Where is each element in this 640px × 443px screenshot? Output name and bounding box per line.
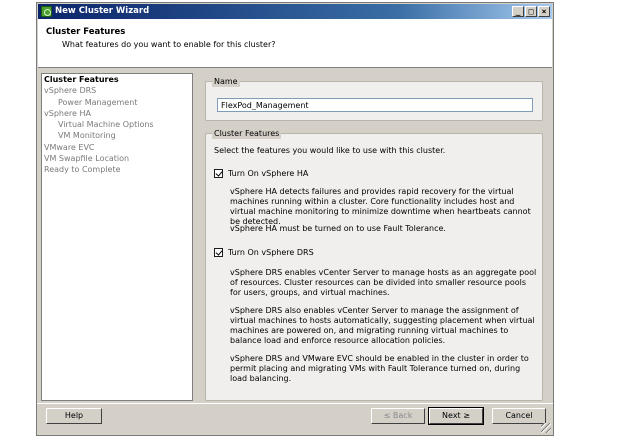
page-subtitle: What features do you want to enable for … <box>62 40 276 49</box>
wizard-header: Cluster Features What features do you wa… <box>38 19 552 68</box>
features-intro-text: Select the features you would like to us… <box>214 146 446 155</box>
step-cluster-features[interactable]: Cluster Features <box>42 74 192 85</box>
step-vsphere-ha[interactable]: vSphere HA <box>42 108 192 119</box>
vsphere-ha-label[interactable]: Turn On vSphere HA <box>228 169 308 178</box>
step-vsphere-drs[interactable]: vSphere DRS <box>42 85 192 96</box>
step-ready-to-complete[interactable]: Ready to Complete <box>42 164 192 175</box>
ha-check-row[interactable]: Turn On vSphere HA <box>214 169 308 178</box>
drs-evc-note: vSphere DRS and VMware EVC should be ena… <box>230 354 529 383</box>
drs-description: vSphere DRS enables vCenter Server to ma… <box>230 268 537 297</box>
footer-separator <box>37 403 553 404</box>
title-bar[interactable]: New Cluster Wizard _ □ × <box>38 4 552 19</box>
window-title: New Cluster Wizard <box>55 6 150 16</box>
page-title: Cluster Features <box>46 27 126 37</box>
vsphere-drs-label[interactable]: Turn On vSphere DRS <box>228 248 314 257</box>
cluster-name-input[interactable] <box>217 98 533 112</box>
step-vm-swapfile-location[interactable]: VM Swapfile Location <box>42 153 192 164</box>
drs-assignment-description: vSphere DRS also enables vCenter Server … <box>230 306 535 345</box>
wizard-steps-list: Cluster Features vSphere DRS Power Manag… <box>41 73 193 401</box>
cluster-features-group: Cluster Features Select the features you… <box>205 128 543 401</box>
step-power-management[interactable]: Power Management <box>42 97 192 108</box>
wizard-content: Name Cluster Features Select the feature… <box>197 69 551 403</box>
name-group: Name <box>205 76 543 121</box>
cancel-button[interactable]: Cancel <box>492 408 546 424</box>
next-button[interactable]: Next ≥ <box>428 407 484 425</box>
back-button[interactable]: ≤ Back <box>371 408 425 424</box>
name-group-legend: Name <box>212 76 240 87</box>
vsphere-app-icon <box>41 6 52 17</box>
vsphere-ha-checkbox[interactable] <box>214 169 223 178</box>
step-virtual-machine-options[interactable]: Virtual Machine Options <box>42 119 192 130</box>
maximize-button[interactable]: □ <box>525 6 537 17</box>
ha-fault-tolerance-note: vSphere HA must be turned on to use Faul… <box>230 224 446 233</box>
help-button[interactable]: Help <box>46 408 102 424</box>
drs-check-row[interactable]: Turn On vSphere DRS <box>214 248 314 257</box>
close-button[interactable]: × <box>538 6 550 17</box>
vsphere-drs-checkbox[interactable] <box>214 248 223 257</box>
resize-grip[interactable] <box>541 423 551 433</box>
step-vm-monitoring[interactable]: VM Monitoring <box>42 130 192 141</box>
minimize-button[interactable]: _ <box>512 6 524 17</box>
cluster-features-legend: Cluster Features <box>212 128 282 139</box>
step-vmware-evc[interactable]: VMware EVC <box>42 142 192 153</box>
ha-description: vSphere HA detects failures and provides… <box>230 187 531 226</box>
new-cluster-wizard-window: New Cluster Wizard _ □ × Cluster Feature… <box>36 2 554 436</box>
